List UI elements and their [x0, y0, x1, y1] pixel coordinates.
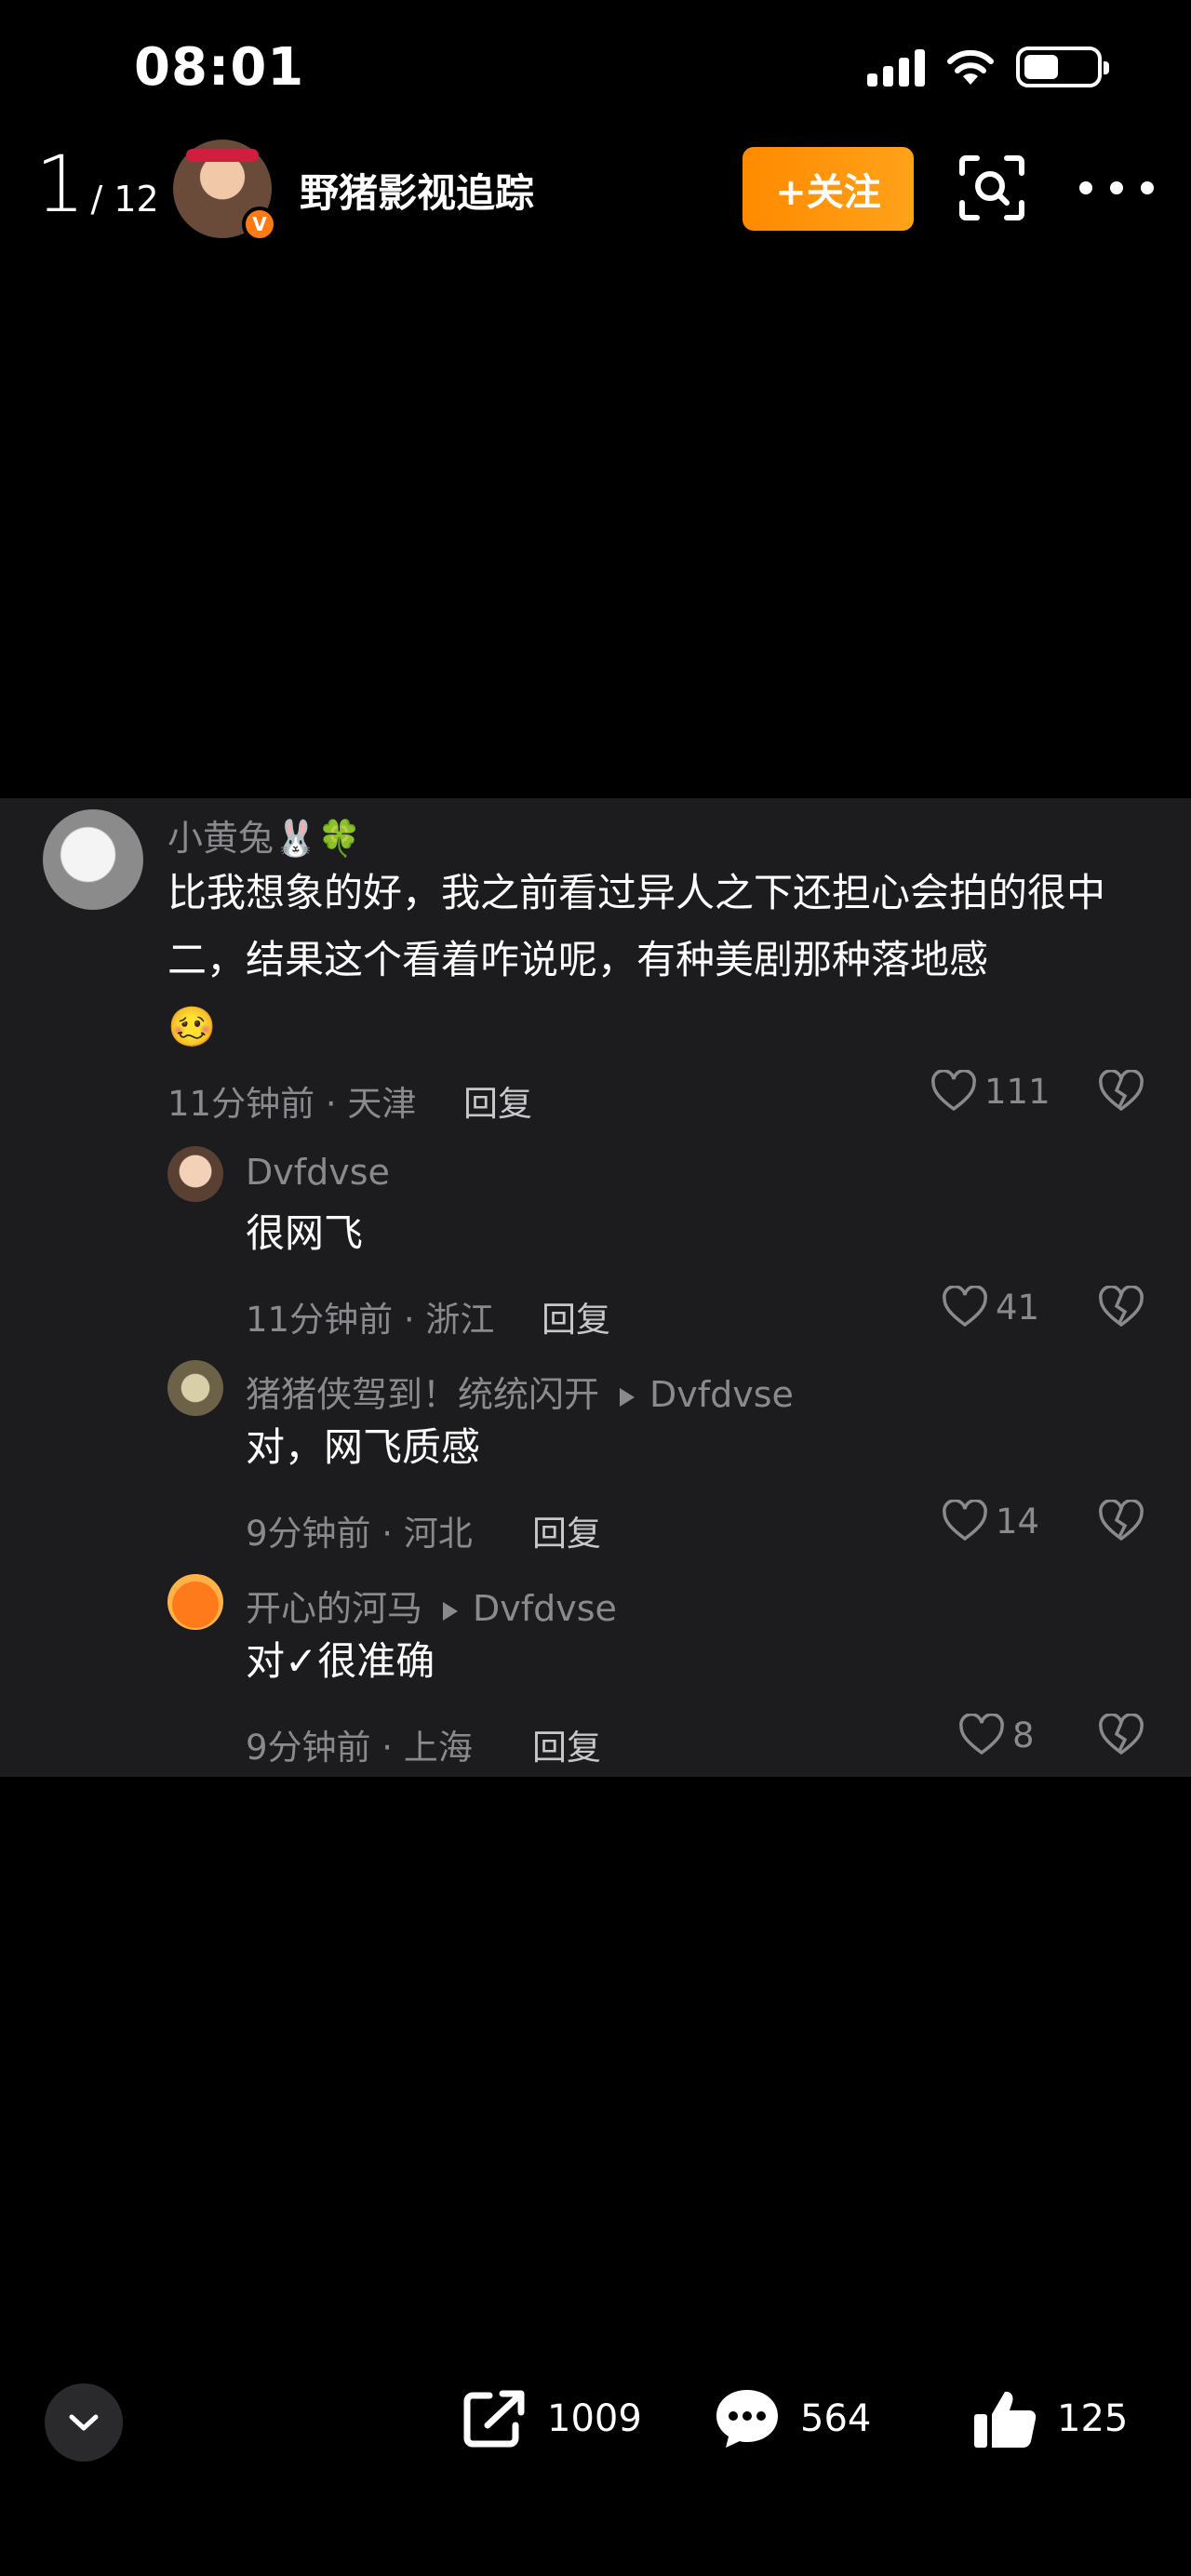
user-avatar — [43, 809, 143, 910]
signal-icon — [867, 47, 925, 87]
status-icons — [867, 47, 1109, 87]
reply-author: 开心的河马 — [246, 1588, 423, 1629]
avatar-headband — [186, 149, 259, 162]
reply-button[interactable]: 回复 — [532, 1505, 601, 1555]
like-post-count: 125 — [1057, 2397, 1129, 2440]
scan-icon[interactable] — [958, 154, 1025, 221]
like-count: 111 — [984, 1071, 1050, 1112]
more-icon[interactable] — [1079, 154, 1154, 221]
collapse-button[interactable] — [45, 2383, 123, 2462]
heart-icon — [931, 1070, 976, 1112]
like-button[interactable]: 111 — [930, 1070, 1050, 1113]
image-page-counter: 1 / 12 — [35, 140, 159, 229]
comment-meta: 9分钟前 · 上海 — [246, 1728, 473, 1768]
reply-to-user: Dvfdvse — [649, 1374, 794, 1415]
battery-icon — [1016, 47, 1109, 87]
share-icon — [463, 2390, 525, 2448]
comment-icon — [716, 2390, 778, 2448]
like-button[interactable]: 8 — [958, 1714, 1035, 1756]
comment-text: 比我想象的好，我之前看过异人之下还担心会拍的很中二，结果这个看着咋说呢，有种美剧… — [167, 870, 1106, 982]
user-avatar — [167, 1574, 223, 1630]
heart-icon — [943, 1500, 987, 1542]
heart-icon — [943, 1286, 987, 1328]
like-count: 14 — [996, 1501, 1040, 1542]
author-avatar[interactable]: V — [173, 140, 277, 242]
verified-badge: V — [242, 207, 277, 242]
post-header: 1 / 12 V 野猪影视追踪 +关注 — [0, 140, 1191, 242]
reply-arrow-icon — [443, 1601, 459, 1621]
share-button[interactable]: 1009 — [462, 2382, 642, 2456]
reply-arrow-icon — [620, 1387, 636, 1407]
author-name[interactable]: 野猪影视追踪 — [300, 162, 534, 219]
broken-heart-icon[interactable] — [1098, 1714, 1144, 1756]
comment-count: 564 — [800, 2397, 872, 2440]
heart-icon — [959, 1714, 1004, 1755]
reply-button[interactable]: 回复 — [542, 1291, 610, 1341]
share-count: 1009 — [547, 2397, 642, 2440]
like-button[interactable]: 41 — [942, 1286, 1039, 1328]
status-time: 08:01 — [134, 37, 305, 98]
comment-username: 开心的河马 Dvfdvse — [246, 1580, 617, 1631]
comment-text: 对✓很准确 — [246, 1638, 435, 1684]
broken-heart-icon[interactable] — [1098, 1286, 1144, 1328]
comment-text: 很网飞 — [246, 1210, 364, 1256]
comment-username: 小黄兔🐰🍀 — [167, 818, 362, 859]
comment-username: Dvfdvse — [246, 1152, 390, 1193]
comment-username: 猪猪侠驾到！统统闪开 Dvfdvse — [246, 1366, 794, 1417]
wifi-icon — [947, 49, 994, 85]
broken-heart-icon[interactable] — [1098, 1500, 1144, 1542]
comment-screenshot: 小黄兔🐰🍀 比我想象的好，我之前看过异人之下还担心会拍的很中二，结果这个看着咋说… — [0, 798, 1191, 1777]
comment-emoji: 🥴 — [167, 1004, 217, 1049]
thumbs-up-icon — [974, 2391, 1037, 2448]
comment-meta: 11分钟前 · 天津 — [167, 1084, 417, 1124]
broken-heart-icon[interactable] — [1098, 1070, 1144, 1113]
page-total: / 12 — [90, 179, 159, 220]
user-avatar — [167, 1360, 223, 1416]
reply-button[interactable]: 回复 — [532, 1719, 601, 1769]
comment-meta: 11分钟前 · 浙江 — [246, 1300, 495, 1340]
comment-text: 对，网飞质感 — [246, 1424, 481, 1470]
like-post-button[interactable]: 125 — [971, 2382, 1128, 2456]
comment-meta: 9分钟前 · 河北 — [246, 1514, 473, 1554]
chevron-down-icon — [69, 2414, 99, 2431]
reply-author: 猪猪侠驾到！统统闪开 — [246, 1374, 600, 1415]
reply-to-user: Dvfdvse — [473, 1588, 617, 1629]
status-bar: 08:01 — [0, 0, 1191, 140]
comment-button[interactable]: 564 — [713, 2382, 871, 2456]
user-avatar — [167, 1146, 223, 1202]
reply-button[interactable]: 回复 — [463, 1075, 532, 1126]
like-count: 8 — [1012, 1715, 1035, 1755]
page-current: 1 — [35, 139, 86, 230]
like-count: 41 — [996, 1287, 1040, 1328]
like-button[interactable]: 14 — [942, 1500, 1039, 1542]
post-viewer: 08:01 1 / 12 V 野猪影视追踪 +关注 小黄兔🐰🍀 比我想象的好，我… — [0, 0, 1191, 2576]
follow-button[interactable]: +关注 — [743, 147, 914, 231]
